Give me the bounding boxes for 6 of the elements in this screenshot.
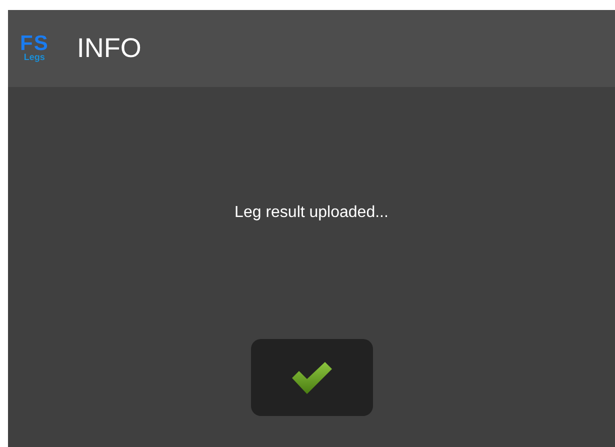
window-title: INFO (76, 32, 142, 66)
checkmark-icon (290, 360, 334, 394)
logo-subtext: Legs (24, 53, 45, 62)
confirm-button[interactable] (250, 339, 372, 416)
logo-text: FS (20, 35, 49, 53)
message-text: Leg result uploaded... (234, 203, 388, 223)
